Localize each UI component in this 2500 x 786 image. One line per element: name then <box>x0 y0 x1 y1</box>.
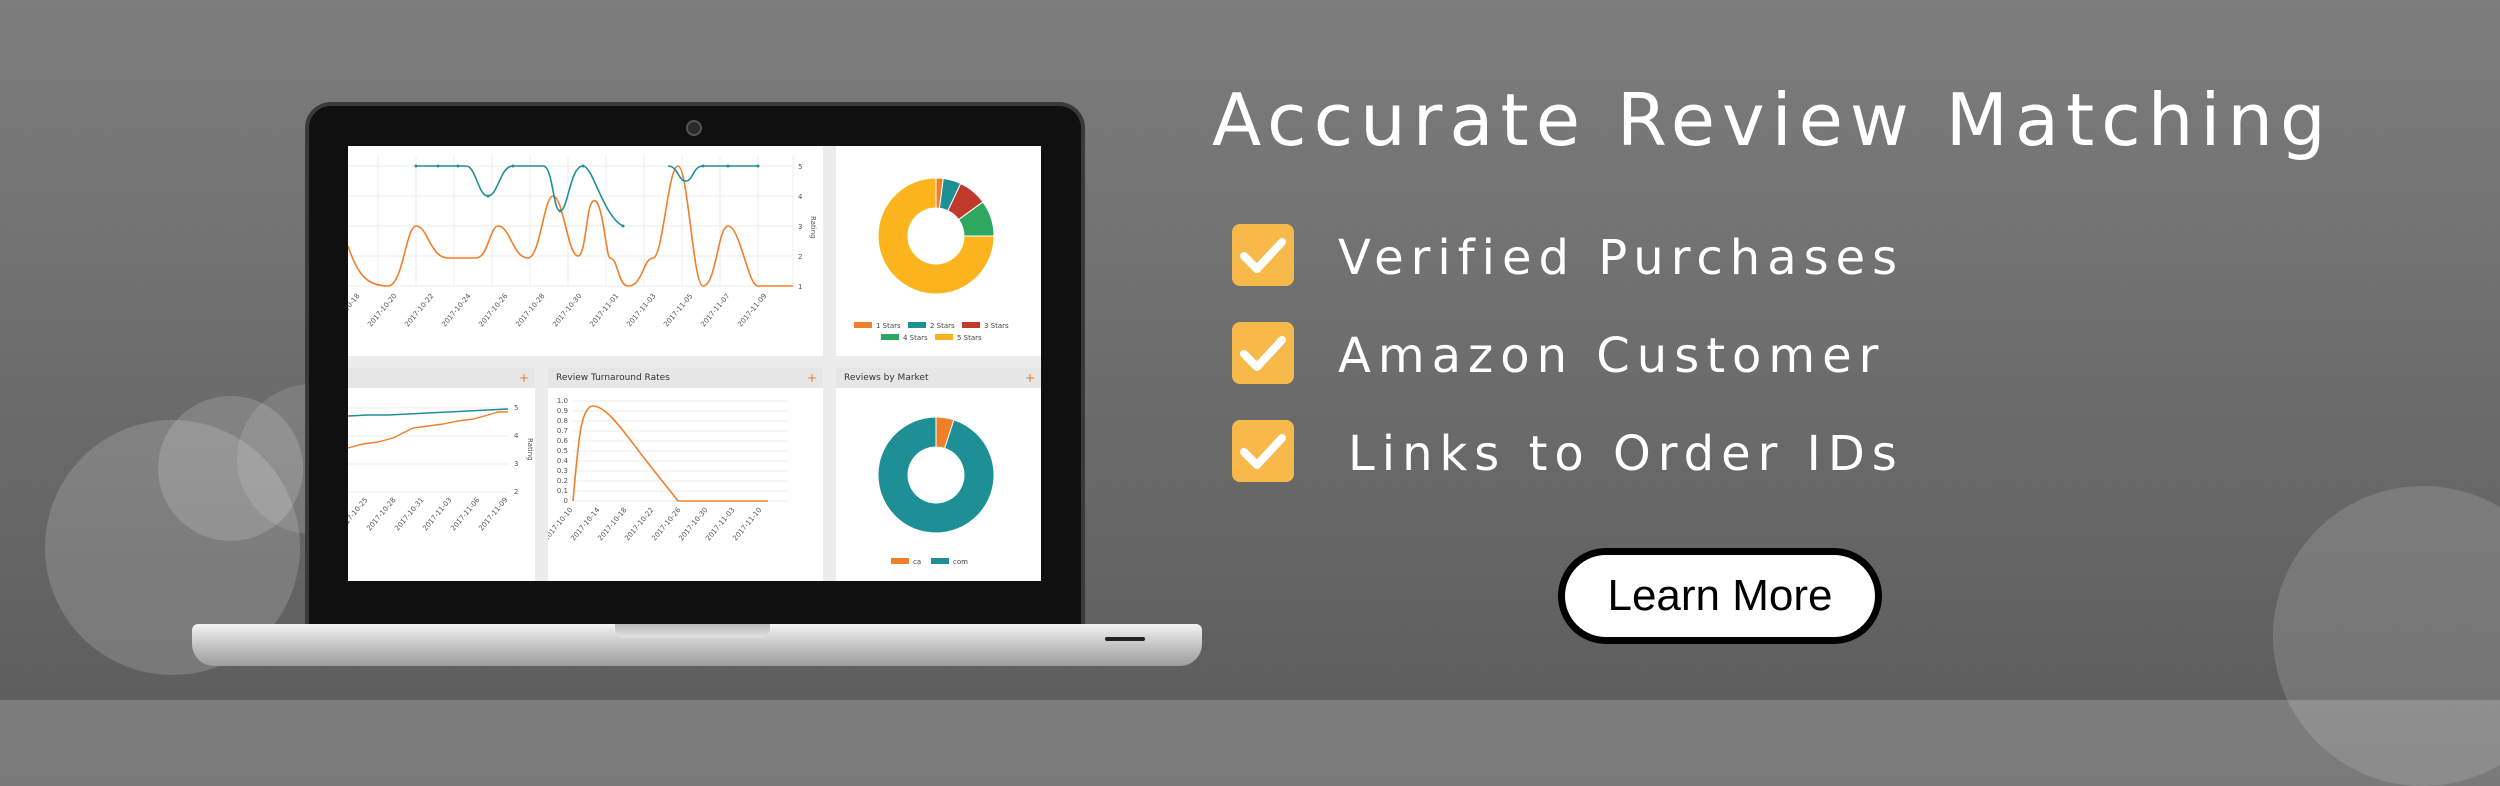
y-tick-label: 0.7 <box>557 427 568 435</box>
expand-icon[interactable]: + <box>807 368 817 388</box>
learn-more-button[interactable]: Learn More <box>1558 548 1882 644</box>
top-x-ticks: 2017-10-18 2017-10-20 2017-10-22 2017-10-24… <box>348 292 769 329</box>
rating-line-chart-panel: 5 4 3 2 1 Rating 2017-10-18 2017-10-20 201… <box>348 146 823 356</box>
y-tick-label: 0 <box>564 497 568 505</box>
x-tick-label: 2017-10-28 <box>514 292 546 328</box>
legend-label: ca <box>913 558 921 566</box>
legend-label: 4 Stars <box>903 334 928 342</box>
y-tick-label: 0.1 <box>557 487 568 495</box>
legend-swatch <box>935 334 953 340</box>
rating-axis-label: Rating <box>809 216 817 239</box>
panel-header: Reviews by Market + <box>836 368 1041 388</box>
x-tick-label: 2017-11-01 <box>588 292 620 328</box>
turnaround-chart: 1.0 0.9 0.8 0.7 0.6 0.5 0.4 0.3 0.2 0.1 0 2017-10-… <box>548 397 788 543</box>
camera-icon <box>686 120 702 136</box>
rating-trend-chart: 5 4 3 2 Rating 2017-10-252017-10-282017-… <box>348 404 534 533</box>
panel-header: Review Turnaround Rates + <box>548 368 823 388</box>
feature-label: Verified Purchases <box>1338 230 1905 286</box>
laptop-slot <box>1105 637 1145 641</box>
x-tick-label: 2017-10-22 <box>403 292 435 328</box>
legend-swatch <box>962 322 980 328</box>
feature-label: Amazon Customer <box>1338 328 1886 384</box>
stars-donut-panel: 1 Stars 2 Stars 3 Stars 4 Stars 5 Stars <box>836 146 1041 356</box>
rating-line-chart: 5 4 3 2 1 Rating 2017-10-18 2017-10-20 201… <box>348 156 817 329</box>
rating-tick: 1 <box>798 283 802 291</box>
legend-label: 3 Stars <box>984 322 1009 330</box>
checkbox-icon <box>1232 420 1294 482</box>
laptop-mockup: 5 4 3 2 1 Rating 2017-10-18 2017-10-20 201… <box>0 0 1220 700</box>
y-tick-label: 0.5 <box>557 447 568 455</box>
legend-swatch <box>891 558 909 564</box>
panel-header: + <box>348 368 535 388</box>
rating-tick: 5 <box>798 163 802 171</box>
market-donut-chart: ca com <box>877 416 995 566</box>
stars-legend: 1 Stars 2 Stars 3 Stars 4 Stars 5 Stars <box>854 322 1009 342</box>
turnaround-x-ticks: 2017-10-102017-10-142017-10-182017-10-22… <box>548 506 764 543</box>
legend-swatch <box>881 334 899 340</box>
legend-swatch <box>931 558 949 564</box>
y-tick-label: 0.6 <box>557 437 569 445</box>
rating-tick: 4 <box>798 193 803 201</box>
orange-trend-line <box>348 411 508 449</box>
x-tick-label: 2017-11-03 <box>625 292 657 328</box>
turnaround-y-ticks: 1.0 0.9 0.8 0.7 0.6 0.5 0.4 0.3 0.2 0.1 0 <box>557 397 569 505</box>
turnaround-panel: Review Turnaround Rates + 1.0 0.9 0.8 0.7 0.… <box>548 368 823 581</box>
legend-label: com <box>953 558 968 566</box>
rating-tick: 5 <box>514 404 518 412</box>
legend-label: 5 Stars <box>957 334 982 342</box>
expand-icon[interactable]: + <box>1025 368 1035 388</box>
trend-x-ticks: 2017-10-252017-10-282017-10-312017-11-03… <box>348 496 510 533</box>
x-tick-label: 2017-11-05 <box>662 292 694 328</box>
checkbox-icon <box>1232 224 1294 286</box>
x-tick-label: 2017-10-24 <box>440 292 473 329</box>
rating-tick: 4 <box>514 432 519 440</box>
feature-label: Links to Order IDs <box>1348 426 1904 482</box>
rating-tick: 3 <box>798 223 802 231</box>
x-tick-label: 2017-11-07 <box>699 292 731 328</box>
rating-tick: 2 <box>514 488 518 496</box>
rating-trend-panel: + 5 4 3 2 Rating 2017-10-25 2017-10-28 201… <box>348 368 535 581</box>
decorative-circle-right <box>2273 486 2500 786</box>
y-tick-label: 0.9 <box>557 407 568 415</box>
teal-trend-line <box>348 408 509 417</box>
stars-donut-chart: 1 Stars 2 Stars 3 Stars 4 Stars 5 Stars <box>854 177 1009 342</box>
rating-axis-label: Rating <box>526 438 534 461</box>
panel-title: Review Turnaround Rates <box>556 373 670 383</box>
panel-title: Reviews by Market <box>844 373 929 383</box>
dashboard-screen: 5 4 3 2 1 Rating 2017-10-18 2017-10-20 201… <box>348 146 1041 581</box>
x-tick-label: 2017-10-20 <box>366 292 398 328</box>
x-tick-label: 2017-11-09 <box>736 292 768 328</box>
rating-tick: 3 <box>514 460 518 468</box>
y-tick-label: 0.2 <box>557 477 568 485</box>
y-tick-label: 0.8 <box>557 417 568 425</box>
checkbox-icon <box>1232 322 1294 384</box>
legend-swatch <box>854 322 872 328</box>
x-tick-label: 2017-10-26 <box>477 292 510 329</box>
laptop-notch <box>615 624 770 638</box>
x-tick-label: 2017-10-18 <box>348 292 362 328</box>
market-donut-panel: Reviews by Market + ca com <box>836 368 1041 581</box>
rating-y-ticks: 5 4 3 2 1 <box>798 163 803 291</box>
expand-icon[interactable]: + <box>519 368 529 388</box>
y-tick-label: 0.4 <box>557 457 569 465</box>
hero-headline: Accurate Review Matching <box>1212 78 2333 162</box>
market-legend: ca com <box>891 558 968 566</box>
legend-label: 2 Stars <box>930 322 955 330</box>
y-tick-label: 1.0 <box>557 397 568 405</box>
x-tick-label: 2017-11-09 <box>477 496 509 532</box>
legend-label: 1 Stars <box>876 322 901 330</box>
x-tick-label: 2017-10-30 <box>551 292 583 328</box>
turnaround-line <box>572 405 768 502</box>
legend-swatch <box>908 322 926 328</box>
donut-slice <box>877 416 995 534</box>
rating-tick: 2 <box>798 253 802 261</box>
y-tick-label: 0.3 <box>557 467 568 475</box>
